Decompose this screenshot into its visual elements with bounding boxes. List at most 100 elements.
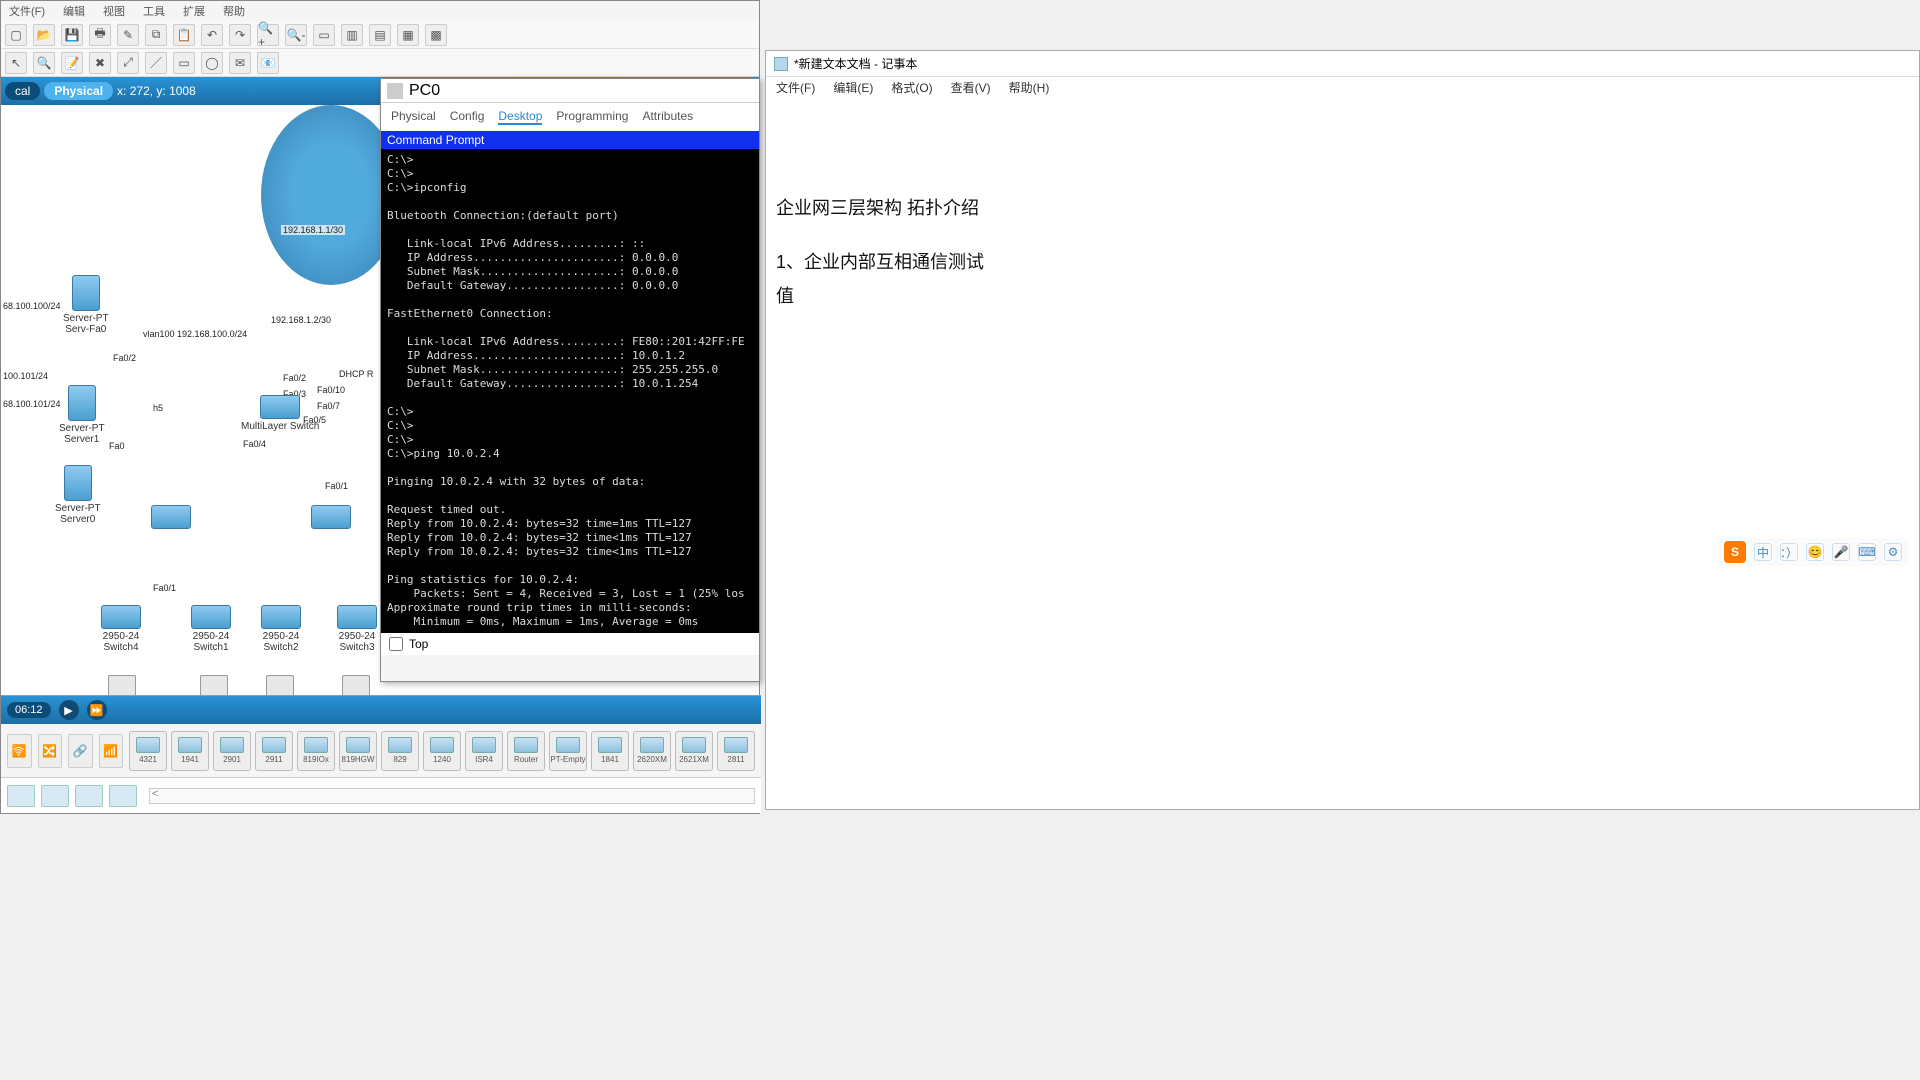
- tab-attributes[interactable]: Attributes: [642, 109, 693, 125]
- wizard-icon[interactable]: ✎: [117, 24, 139, 46]
- copy-icon[interactable]: ⧉: [145, 24, 167, 46]
- subcat-1[interactable]: [7, 785, 35, 807]
- tray-device-11[interactable]: 1841: [591, 731, 629, 771]
- envelope-icon[interactable]: ✉: [229, 52, 251, 74]
- tray-device-13[interactable]: 2621XM: [675, 731, 713, 771]
- ime-lang[interactable]: 中: [1754, 543, 1772, 561]
- logical-tab[interactable]: cal: [5, 82, 40, 100]
- menu-tools[interactable]: 工具: [143, 3, 165, 19]
- ime-logo-icon[interactable]: S: [1724, 541, 1746, 563]
- tray-device-1[interactable]: 1941: [171, 731, 209, 771]
- tray-scrollbar[interactable]: [149, 788, 755, 804]
- tray-device-4[interactable]: 819IOx: [297, 731, 335, 771]
- menu-help[interactable]: 帮助: [223, 3, 245, 19]
- np-menu-help[interactable]: 帮助(H): [1009, 79, 1050, 99]
- tray-device-0[interactable]: 4321: [129, 731, 167, 771]
- palette3-icon[interactable]: ▩: [425, 24, 447, 46]
- tray-device-14[interactable]: 2811: [717, 731, 755, 771]
- pc-config-dialog: PC0 Physical Config Desktop Programming …: [380, 78, 760, 682]
- top-checkbox[interactable]: [389, 637, 403, 651]
- label-dhcp: DHCP R: [337, 369, 375, 379]
- np-menu-view[interactable]: 查看(V): [951, 79, 991, 99]
- notepad-textarea[interactable]: 企业网三层架构 拓扑介绍 1、企业内部互相通信测试 值: [766, 101, 1919, 323]
- physical-tab[interactable]: Physical: [44, 82, 113, 100]
- line-icon[interactable]: ／: [145, 52, 167, 74]
- ff-button[interactable]: ⏩: [87, 700, 107, 720]
- category-hubs-icon[interactable]: 🔗: [68, 734, 93, 768]
- device-switch4[interactable]: 2950-24 Switch4: [101, 605, 141, 653]
- ellipse-icon[interactable]: ◯: [201, 52, 223, 74]
- save-icon[interactable]: 💾: [61, 24, 83, 46]
- select-icon[interactable]: ↖: [5, 52, 27, 74]
- device-agg2[interactable]: [311, 505, 351, 531]
- subcat-3[interactable]: [75, 785, 103, 807]
- tray-device-7[interactable]: 1240: [423, 731, 461, 771]
- tray-device-6[interactable]: 829: [381, 731, 419, 771]
- paste-icon[interactable]: 📋: [173, 24, 195, 46]
- new-icon[interactable]: ▢: [5, 24, 27, 46]
- ime-emoji-icon[interactable]: 😊: [1806, 543, 1824, 561]
- print-icon[interactable]: 🖶: [89, 24, 111, 46]
- zoom-out-icon[interactable]: 🔍-: [285, 24, 307, 46]
- np-menu-edit[interactable]: 编辑(E): [833, 79, 873, 99]
- port-fa010: Fa0/10: [315, 385, 347, 395]
- device-switch1[interactable]: 2950-24 Switch1: [191, 605, 231, 653]
- zoom-in-icon[interactable]: 🔍+: [257, 24, 279, 46]
- dialog-titlebar[interactable]: PC0: [381, 79, 759, 103]
- subcat-4[interactable]: [109, 785, 137, 807]
- tray-device-10[interactable]: PT-Empty: [549, 731, 587, 771]
- category-wireless-icon[interactable]: 📶: [99, 734, 124, 768]
- category-switches-icon[interactable]: 🔀: [38, 734, 63, 768]
- open-icon[interactable]: 📂: [33, 24, 55, 46]
- undo-icon[interactable]: ↶: [201, 24, 223, 46]
- resize-icon[interactable]: ⤢: [117, 52, 139, 74]
- tab-programming[interactable]: Programming: [556, 109, 628, 125]
- palette2-icon[interactable]: ▦: [397, 24, 419, 46]
- np-menu-format[interactable]: 格式(O): [891, 79, 932, 99]
- ime-punct-icon[interactable]: ：）: [1780, 543, 1798, 561]
- tray-device-2[interactable]: 2901: [213, 731, 251, 771]
- device-switch3[interactable]: 2950-24 Switch3: [337, 605, 377, 653]
- palette1-icon[interactable]: ▤: [369, 24, 391, 46]
- note-icon[interactable]: 📝: [61, 52, 83, 74]
- menu-file[interactable]: 文件(F): [9, 3, 45, 19]
- tray-device-8[interactable]: ISR4: [465, 731, 503, 771]
- menu-edit[interactable]: 编辑: [63, 3, 85, 19]
- device-server-fa0[interactable]: Server-PT Serv-Fa0: [63, 275, 109, 335]
- device-switch2[interactable]: 2950-24 Switch2: [261, 605, 301, 653]
- tray-device-9[interactable]: Router: [507, 731, 545, 771]
- ime-voice-icon[interactable]: 🎤: [1832, 543, 1850, 561]
- device-mlswitch[interactable]: MultiLayer Switch: [241, 395, 319, 432]
- device-server0[interactable]: Server-PT Server0: [55, 465, 101, 525]
- inspect-icon[interactable]: 🔍: [33, 52, 55, 74]
- tray-device-3[interactable]: 2911: [255, 731, 293, 771]
- device-agg1[interactable]: [151, 505, 191, 531]
- rect-icon[interactable]: ▭: [173, 52, 195, 74]
- tab-config[interactable]: Config: [450, 109, 485, 125]
- notepad-window: *新建文本文档 - 记事本 文件(F) 编辑(E) 格式(O) 查看(V) 帮助…: [765, 50, 1920, 810]
- tray-device-5[interactable]: 819HGW: [339, 731, 377, 771]
- zoom-fit-icon[interactable]: ▭: [313, 24, 335, 46]
- draw-icon[interactable]: ▥: [341, 24, 363, 46]
- port-fa02b: Fa0/2: [281, 373, 308, 383]
- play-button[interactable]: ▶: [59, 700, 79, 720]
- delete-icon[interactable]: ✖: [89, 52, 111, 74]
- tab-physical[interactable]: Physical: [391, 109, 436, 125]
- envelope-open-icon[interactable]: 📧: [257, 52, 279, 74]
- redo-icon[interactable]: ↷: [229, 24, 251, 46]
- menu-ext[interactable]: 扩展: [183, 3, 205, 19]
- tray-device-12[interactable]: 2620XM: [633, 731, 671, 771]
- command-prompt-terminal[interactable]: C:\> C:\> C:\>ipconfig Bluetooth Connect…: [381, 149, 759, 633]
- ime-toolbar[interactable]: S 中 ：） 😊 🎤 ⌨ ⚙: [1718, 538, 1908, 566]
- label-subnet-top: 192.168.1.1/30: [281, 225, 345, 235]
- category-routers-icon[interactable]: 🛜: [7, 734, 32, 768]
- ime-keyboard-icon[interactable]: ⌨: [1858, 543, 1876, 561]
- subcat-2[interactable]: [41, 785, 69, 807]
- device-server1[interactable]: Server-PT Server1: [59, 385, 105, 445]
- notepad-icon: [774, 57, 788, 71]
- ime-settings-icon[interactable]: ⚙: [1884, 543, 1902, 561]
- tab-desktop[interactable]: Desktop: [498, 109, 542, 125]
- menu-view[interactable]: 视图: [103, 3, 125, 19]
- notepad-titlebar[interactable]: *新建文本文档 - 记事本: [766, 51, 1919, 77]
- np-menu-file[interactable]: 文件(F): [776, 79, 815, 99]
